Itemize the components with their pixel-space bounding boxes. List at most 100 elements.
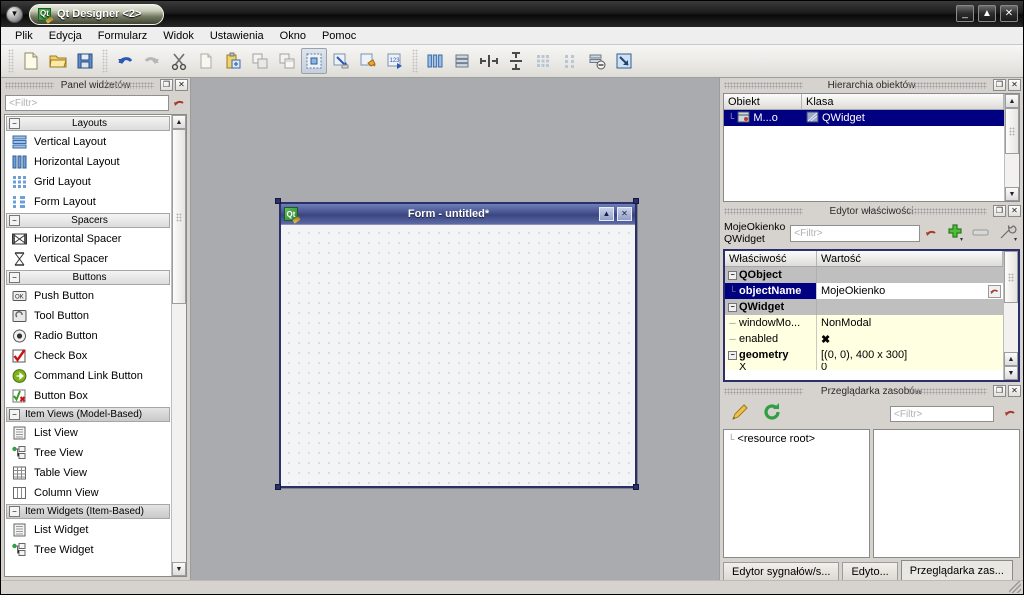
- widget-box-filter-input[interactable]: <Filtr>: [5, 95, 169, 111]
- widget-item-horizontal-layout[interactable]: Horizontal Layout: [5, 152, 171, 172]
- widget-item-list-widget[interactable]: List Widget: [5, 520, 171, 540]
- widget-item-vertical-layout[interactable]: Vertical Layout: [5, 132, 171, 152]
- window-menu-icon[interactable]: ▼: [6, 5, 23, 23]
- resize-handle-bottom-left[interactable]: [275, 484, 281, 490]
- scrollbar-thumb[interactable]: [172, 129, 186, 304]
- property-group-qobject[interactable]: − QObject: [725, 267, 1003, 283]
- menu-okno[interactable]: Okno: [272, 29, 314, 43]
- scrollbar-thumb[interactable]: [1005, 108, 1019, 154]
- menu-formularz[interactable]: Formularz: [90, 29, 156, 43]
- scroll-up-icon[interactable]: ▲: [1005, 94, 1019, 108]
- scrollbar-track[interactable]: [172, 129, 186, 562]
- form-design-surface[interactable]: [281, 224, 635, 486]
- minimize-icon[interactable]: _: [956, 5, 974, 22]
- widget-item-grid-layout[interactable]: Grid Layout: [5, 172, 171, 192]
- resize-handle-top-right[interactable]: [633, 198, 639, 204]
- tab-resource-browser[interactable]: Przeglądarka zas...: [900, 560, 1013, 580]
- plus-green-icon[interactable]: [943, 223, 965, 243]
- restore-icon[interactable]: ▲: [599, 207, 614, 221]
- widget-item-horizontal-spacer[interactable]: Horizontal Spacer: [5, 229, 171, 249]
- collapse-icon[interactable]: −: [9, 409, 20, 420]
- widget-item-column-view[interactable]: Column View: [5, 483, 171, 503]
- reload-green-icon[interactable]: [762, 402, 784, 425]
- close-icon[interactable]: ✕: [1008, 205, 1021, 217]
- window-size-grip[interactable]: [1009, 581, 1021, 593]
- splitter-vertical-icon[interactable]: [503, 48, 529, 74]
- property-table[interactable]: Właściwość Wartość − QObject └ objectNam…: [723, 249, 1020, 382]
- widget-item-button-box[interactable]: Button Box: [5, 386, 171, 406]
- copy-pages-icon[interactable]: [193, 48, 219, 74]
- widget-item-tree-widget[interactable]: Tree Widget: [5, 540, 171, 560]
- widget-item-tree-view[interactable]: Tree View: [5, 443, 171, 463]
- undock-icon[interactable]: ❐: [160, 79, 173, 91]
- object-inspector-scrollbar[interactable]: ▲ ▼: [1004, 94, 1019, 201]
- undock-icon[interactable]: ❐: [993, 205, 1006, 217]
- widget-box-scrollbar[interactable]: ▲ ▼: [171, 115, 186, 576]
- tab-signal-slot-editor[interactable]: Edytor sygnałów/s...: [723, 562, 840, 580]
- wrench-icon[interactable]: [997, 223, 1019, 243]
- widget-item-list-view[interactable]: List View: [5, 423, 171, 443]
- layout-horizontal-icon[interactable]: [422, 48, 448, 74]
- property-table-scrollbar[interactable]: ▲ ▼: [1003, 251, 1018, 380]
- widget-category-item-widgets[interactable]: − Item Widgets (Item-Based): [6, 504, 170, 519]
- tab-action-editor[interactable]: Edyto...: [842, 562, 898, 580]
- pencil-icon[interactable]: [730, 402, 752, 425]
- collapse-icon[interactable]: −: [728, 302, 737, 312]
- column-header-obiekt[interactable]: Obiekt: [724, 94, 802, 109]
- resource-filter-input[interactable]: <Filtr>: [890, 405, 994, 422]
- open-folder-icon[interactable]: [45, 48, 71, 74]
- adjust-size-icon[interactable]: [611, 48, 637, 74]
- widget-item-tool-button[interactable]: Tool Button: [5, 306, 171, 326]
- close-icon[interactable]: ✕: [1008, 385, 1021, 397]
- toolbar-grip[interactable]: [8, 49, 14, 73]
- widget-item-vertical-spacer[interactable]: Vertical Spacer: [5, 249, 171, 269]
- widget-item-radio-button[interactable]: Radio Button: [5, 326, 171, 346]
- reset-arrow-icon[interactable]: [173, 97, 186, 110]
- menu-pomoc[interactable]: Pomoc: [314, 29, 364, 43]
- menu-ustawienia[interactable]: Ustawienia: [202, 29, 272, 43]
- property-row-enabled[interactable]: ─ enabled ✖: [725, 331, 1003, 347]
- edit-widgets-icon[interactable]: [301, 48, 327, 74]
- select-all-icon[interactable]: [274, 48, 300, 74]
- maximize-icon[interactable]: ▲: [978, 5, 996, 22]
- checkbox-checked-icon[interactable]: ✖: [821, 333, 830, 346]
- scroll-down-icon[interactable]: ▼: [1005, 187, 1019, 201]
- menu-plik[interactable]: Plik: [7, 29, 41, 43]
- collapse-icon[interactable]: −: [9, 118, 20, 129]
- property-row-objectname[interactable]: └ objectName MojeOkienko: [725, 283, 1003, 299]
- scissors-icon[interactable]: [166, 48, 192, 74]
- scroll-up-icon[interactable]: ▲: [172, 115, 186, 129]
- property-value[interactable]: 0: [817, 363, 1003, 370]
- widget-category-item-views[interactable]: − Item Views (Model-Based): [6, 407, 170, 422]
- widget-category-layouts[interactable]: − Layouts: [6, 116, 170, 131]
- resize-handle-bottom-right[interactable]: [633, 484, 639, 490]
- menu-widok[interactable]: Widok: [155, 29, 202, 43]
- undo-arrow-icon[interactable]: [112, 48, 138, 74]
- resource-preview-pane[interactable]: [873, 429, 1020, 558]
- collapse-icon[interactable]: −: [728, 350, 737, 360]
- table-row[interactable]: └ M...o QWidget: [724, 110, 1004, 126]
- scroll-up-icon[interactable]: ▲: [1004, 352, 1018, 366]
- buddies-icon[interactable]: [355, 48, 381, 74]
- close-icon[interactable]: ✕: [1000, 5, 1018, 22]
- widget-item-command-link-button[interactable]: Command Link Button: [5, 366, 171, 386]
- widget-item-push-button[interactable]: OK Push Button: [5, 286, 171, 306]
- reset-arrow-icon[interactable]: [1004, 407, 1017, 420]
- break-layout-icon[interactable]: [584, 48, 610, 74]
- signals-slots-icon[interactable]: [328, 48, 354, 74]
- layout-vertical-icon[interactable]: [449, 48, 475, 74]
- undock-icon[interactable]: ❐: [993, 79, 1006, 91]
- redo-arrow-icon[interactable]: [139, 48, 165, 74]
- object-inspector-tree[interactable]: Obiekt Klasa └ M...o QWidget ▲ ▼: [723, 93, 1020, 202]
- collapse-icon[interactable]: −: [9, 506, 20, 517]
- paste-clipboard-icon[interactable]: [220, 48, 246, 74]
- scroll-down-icon[interactable]: ▼: [172, 562, 186, 576]
- collapse-icon[interactable]: −: [728, 270, 737, 280]
- splitter-horizontal-icon[interactable]: [476, 48, 502, 74]
- property-filter-input[interactable]: <Filtr>: [790, 224, 920, 242]
- property-value[interactable]: MojeOkienko: [817, 283, 1003, 299]
- layout-form-icon[interactable]: [557, 48, 583, 74]
- scrollbar-thumb[interactable]: [1004, 251, 1018, 303]
- widget-category-spacers[interactable]: − Spacers: [6, 213, 170, 228]
- collapse-icon[interactable]: −: [9, 272, 20, 283]
